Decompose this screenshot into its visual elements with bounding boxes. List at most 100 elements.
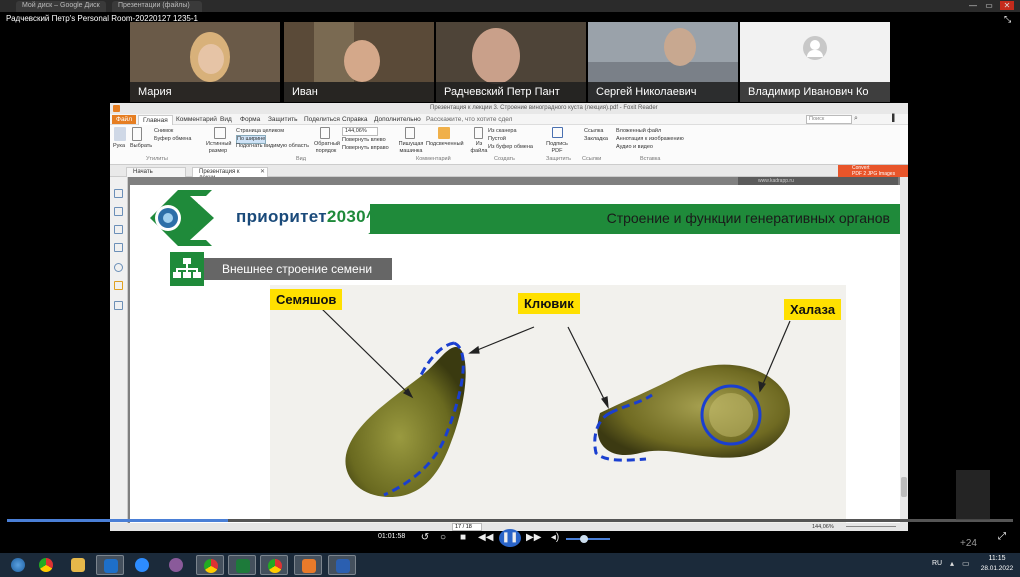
from-scanner-button[interactable]: Из сканера (488, 128, 517, 135)
participant-tile[interactable]: Сергей Николаевич (588, 22, 738, 102)
sign-pdf-button[interactable]: Подпись PDF (546, 141, 568, 155)
taskbar-excel[interactable] (228, 555, 256, 575)
volume-slider[interactable] (566, 535, 610, 543)
image-annotation-button[interactable]: Аннотация к изображению (616, 136, 684, 143)
comments-icon[interactable] (114, 243, 123, 252)
hand-tool-label[interactable]: Рука (113, 143, 125, 150)
browser-tab[interactable]: Презентации (файлы) (112, 1, 202, 12)
navigation-panel (110, 177, 128, 523)
convert-banner[interactable]: Convert PDF 2 JPG Images (838, 165, 908, 177)
menu-view[interactable]: Вид (216, 115, 236, 124)
rewind-icon[interactable]: ↺ (418, 531, 432, 545)
menu-help[interactable]: Справка (338, 115, 372, 124)
pages-icon[interactable] (114, 207, 123, 216)
taskbar-outlook[interactable] (96, 555, 124, 575)
participant-overflow[interactable] (956, 470, 990, 520)
search-input[interactable]: Поиск (806, 115, 852, 124)
zoom-slider[interactable] (846, 526, 896, 527)
actual-size-icon[interactable] (214, 127, 226, 139)
security-icon[interactable] (114, 281, 123, 290)
document-viewport[interactable]: www.kadrapp.ru приоритет2030^ Строение и… (128, 177, 900, 523)
reflow-icon[interactable] (320, 127, 330, 139)
taskbar-word[interactable] (328, 555, 356, 575)
tray-arrow-icon[interactable]: ▴ (950, 559, 954, 568)
taskbar-chrome[interactable] (32, 555, 60, 575)
pin-icon[interactable]: ▌ (892, 115, 897, 122)
group-label: Комментарий (416, 156, 451, 162)
typewriter-button[interactable]: Пишущая машинка (398, 141, 424, 155)
menu-more[interactable]: Дополнительно (370, 115, 425, 124)
tab-presentation[interactable]: Презентация к лекци... (192, 167, 268, 181)
layers-icon[interactable] (114, 225, 123, 234)
link-button[interactable]: Ссылка (584, 128, 603, 135)
clipboard-button[interactable]: Буфер обмена (154, 136, 191, 143)
attachments-icon[interactable] (114, 263, 123, 272)
browser-tab[interactable]: Мой диск – Google Диск (16, 1, 106, 12)
previous-icon[interactable]: ◀◀ (478, 531, 493, 545)
volume-icon[interactable]: ◂) (548, 531, 562, 545)
hand-tool-icon[interactable] (114, 127, 126, 141)
minimize-button[interactable]: — (966, 1, 980, 10)
taskbar-explorer[interactable] (64, 555, 92, 575)
start-button[interactable] (4, 555, 32, 575)
fit-page-button[interactable]: Страница целиком (236, 128, 284, 135)
select-tool-label[interactable]: Выбрать (130, 143, 152, 150)
menu-comment[interactable]: Комментарий (172, 115, 221, 124)
blank-button[interactable]: Пустой (488, 136, 506, 143)
rotate-left-button[interactable]: Повернуть влево (342, 137, 386, 144)
zoom-input[interactable]: 144,06% (342, 127, 378, 136)
repeat-icon[interactable]: ○ (436, 531, 450, 545)
taskbar-chrome-2[interactable] (196, 555, 224, 575)
highlight-icon[interactable] (438, 127, 450, 139)
fit-visible-button[interactable]: Подогнать видимую область (236, 143, 309, 150)
highlight-button[interactable]: Подсвеченный (426, 141, 464, 148)
participant-tile[interactable]: Мария (130, 22, 280, 102)
menu-file[interactable]: Файл (112, 115, 136, 124)
snapshot-button[interactable]: Снимок (154, 128, 173, 135)
audio-video-button[interactable]: Аудио и видео (616, 144, 653, 151)
clock-time[interactable]: 11:15 (980, 555, 1014, 562)
actual-size-button[interactable]: Истинный размер (206, 141, 231, 155)
taskbar-player[interactable] (294, 555, 322, 575)
reflow-button[interactable]: Обратный порядок (314, 141, 340, 155)
signature-icon[interactable] (114, 301, 123, 310)
bookmark-button[interactable]: Закладка (584, 136, 608, 143)
sign-pdf-icon[interactable] (552, 127, 563, 138)
network-icon[interactable]: ▭ (962, 559, 970, 568)
menu-home[interactable]: Главная (138, 115, 173, 125)
search-icon[interactable]: ⌕ (854, 115, 858, 123)
maximize-button[interactable]: ▭ (982, 1, 996, 10)
next-icon[interactable]: ▶▶ (526, 531, 541, 545)
language-indicator[interactable]: RU (932, 560, 942, 567)
embedded-file-button[interactable]: Вложенный файл (616, 128, 661, 135)
menu-form[interactable]: Форма (236, 115, 264, 124)
tell-me-search[interactable]: Расскажите, что хотите сдел (422, 115, 516, 124)
from-file-icon[interactable] (474, 127, 483, 139)
taskbar-zoom[interactable] (128, 555, 156, 575)
pause-button[interactable]: ❚❚ (499, 529, 521, 547)
menu-protect[interactable]: Защитить (264, 115, 302, 124)
tab-start[interactable]: Начать (126, 167, 186, 177)
taskbar-chrome-3[interactable] (260, 555, 288, 575)
taskbar-media[interactable] (162, 555, 190, 575)
participant-tile[interactable]: Иван (284, 22, 434, 102)
participant-tile[interactable]: Радчевский Петр Пант (436, 22, 586, 102)
rotate-right-button[interactable]: Повернуть вправо (342, 145, 389, 152)
select-tool-icon[interactable] (132, 127, 142, 141)
participant-name: Владимир Иванович Ко (740, 82, 890, 102)
close-button[interactable]: ✕ (1000, 1, 1014, 10)
typewriter-icon[interactable] (405, 127, 415, 139)
bookmarks-icon[interactable] (114, 189, 123, 198)
participant-tile[interactable]: Владимир Иванович Ко (740, 22, 890, 102)
vertical-scrollbar[interactable] (900, 177, 908, 523)
close-tab-icon[interactable]: ✕ (260, 168, 265, 175)
volume-slider-knob[interactable] (580, 535, 588, 543)
participant-name: Иван (284, 82, 434, 102)
exit-fullscreen-icon[interactable]: ⤡ (1004, 14, 1016, 24)
clock-date[interactable]: 28.01.2022 (978, 565, 1016, 572)
from-file-button[interactable]: Из файла (470, 141, 488, 155)
stop-icon[interactable]: ■ (456, 531, 470, 545)
from-clipboard-button[interactable]: Из буфер обмена (488, 144, 533, 151)
slide-subheading: Внешнее строение семени (170, 252, 392, 286)
scrollbar-thumb[interactable] (901, 477, 907, 497)
